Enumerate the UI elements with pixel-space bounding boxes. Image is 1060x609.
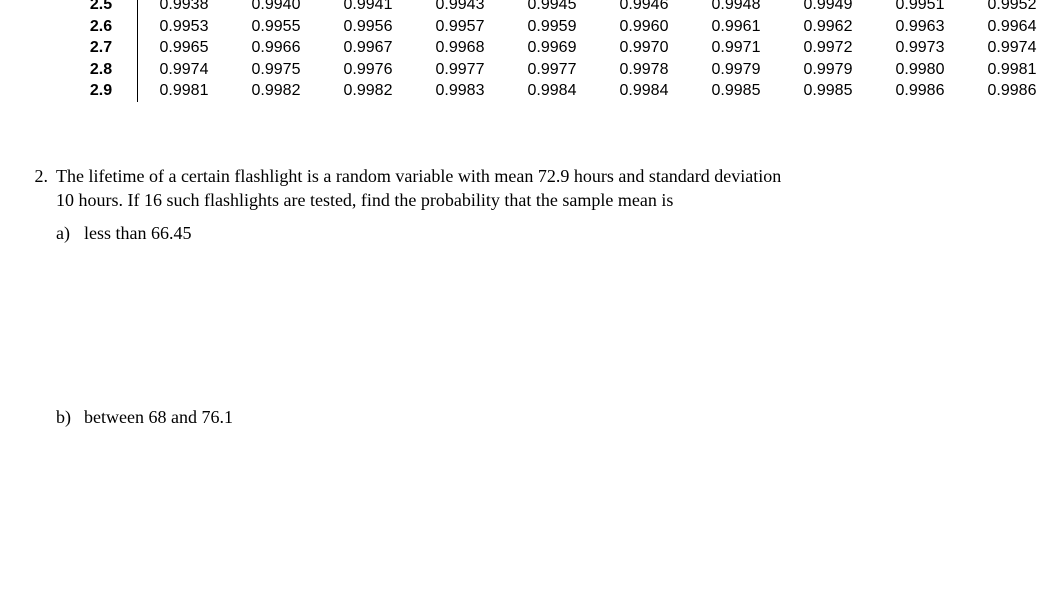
row-head: 2.8 <box>75 59 138 81</box>
table-row: 2.8 0.9974 0.9975 0.9976 0.9977 0.9977 0… <box>75 59 1058 81</box>
table-cell: 0.9951 <box>874 0 966 16</box>
table-cell: 0.9962 <box>782 16 874 38</box>
table-cell: 0.9945 <box>506 0 598 16</box>
table-cell: 0.9964 <box>966 16 1058 38</box>
table-row: 2.6 0.9953 0.9955 0.9956 0.9957 0.9959 0… <box>75 16 1058 38</box>
table-cell: 0.9970 <box>598 37 690 59</box>
table-cell: 0.9979 <box>782 59 874 81</box>
z-table: 2.5 0.9938 0.9940 0.9941 0.9943 0.9945 0… <box>75 0 1058 102</box>
table-cell: 0.9959 <box>506 16 598 38</box>
table-cell: 0.9976 <box>322 59 414 81</box>
row-head: 2.6 <box>75 16 138 38</box>
table-cell: 0.9980 <box>874 59 966 81</box>
row-head: 2.9 <box>75 80 138 102</box>
question-text-line1: The lifetime of a certain flashlight is … <box>56 166 781 186</box>
part-b-text: between 68 and 76.1 <box>84 405 1058 429</box>
table-cell: 0.9953 <box>138 16 231 38</box>
table-cell: 0.9949 <box>782 0 874 16</box>
table-cell: 0.9943 <box>414 0 506 16</box>
table-row: 2.7 0.9965 0.9966 0.9967 0.9968 0.9969 0… <box>75 37 1058 59</box>
table-cell: 0.9972 <box>782 37 874 59</box>
table-cell: 0.9981 <box>138 80 231 102</box>
table-cell: 0.9968 <box>414 37 506 59</box>
table-cell: 0.9938 <box>138 0 231 16</box>
question-number: 2. <box>18 164 56 188</box>
table-cell: 0.9961 <box>690 16 782 38</box>
table-cell: 0.9963 <box>874 16 966 38</box>
table-cell: 0.9979 <box>690 59 782 81</box>
table-cell: 0.9952 <box>966 0 1058 16</box>
table-cell: 0.9965 <box>138 37 231 59</box>
table-cell: 0.9985 <box>690 80 782 102</box>
row-head: 2.5 <box>75 0 138 16</box>
table-cell: 0.9977 <box>414 59 506 81</box>
table-cell: 0.9983 <box>414 80 506 102</box>
table-cell: 0.9971 <box>690 37 782 59</box>
table-cell: 0.9986 <box>874 80 966 102</box>
table-cell: 0.9948 <box>690 0 782 16</box>
table-cell: 0.9967 <box>322 37 414 59</box>
table-cell: 0.9960 <box>598 16 690 38</box>
table-cell: 0.9946 <box>598 0 690 16</box>
table-cell: 0.9940 <box>230 0 322 16</box>
table-row: 2.9 0.9981 0.9982 0.9982 0.9983 0.9984 0… <box>75 80 1058 102</box>
table-cell: 0.9984 <box>598 80 690 102</box>
table-cell: 0.9981 <box>966 59 1058 81</box>
table-cell: 0.9974 <box>138 59 231 81</box>
table-cell: 0.9977 <box>506 59 598 81</box>
table-cell: 0.9941 <box>322 0 414 16</box>
table-cell: 0.9955 <box>230 16 322 38</box>
question-text-line2: 10 hours. If 16 such flashlights are tes… <box>56 190 673 210</box>
table-cell: 0.9986 <box>966 80 1058 102</box>
table-cell: 0.9969 <box>506 37 598 59</box>
part-a-label: a) <box>56 221 84 245</box>
table-cell: 0.9978 <box>598 59 690 81</box>
table-cell: 0.9974 <box>966 37 1058 59</box>
row-head: 2.7 <box>75 37 138 59</box>
table-cell: 0.9984 <box>506 80 598 102</box>
part-b: b) between 68 and 76.1 <box>56 405 1058 429</box>
table-row: 2.5 0.9938 0.9940 0.9941 0.9943 0.9945 0… <box>75 0 1058 16</box>
problem-2: 2. The lifetime of a certain flashlight … <box>18 164 1058 429</box>
part-a: a) less than 66.45 <box>56 221 1058 245</box>
part-b-label: b) <box>56 405 84 429</box>
question-body: The lifetime of a certain flashlight is … <box>56 164 1058 213</box>
table-cell: 0.9956 <box>322 16 414 38</box>
table-cell: 0.9966 <box>230 37 322 59</box>
table-cell: 0.9957 <box>414 16 506 38</box>
table-cell: 0.9982 <box>230 80 322 102</box>
table-cell: 0.9985 <box>782 80 874 102</box>
table-cell: 0.9975 <box>230 59 322 81</box>
table-cell: 0.9982 <box>322 80 414 102</box>
part-a-text: less than 66.45 <box>84 221 1058 245</box>
z-table-fragment: 2.5 0.9938 0.9940 0.9941 0.9943 0.9945 0… <box>75 0 1058 102</box>
table-cell: 0.9973 <box>874 37 966 59</box>
